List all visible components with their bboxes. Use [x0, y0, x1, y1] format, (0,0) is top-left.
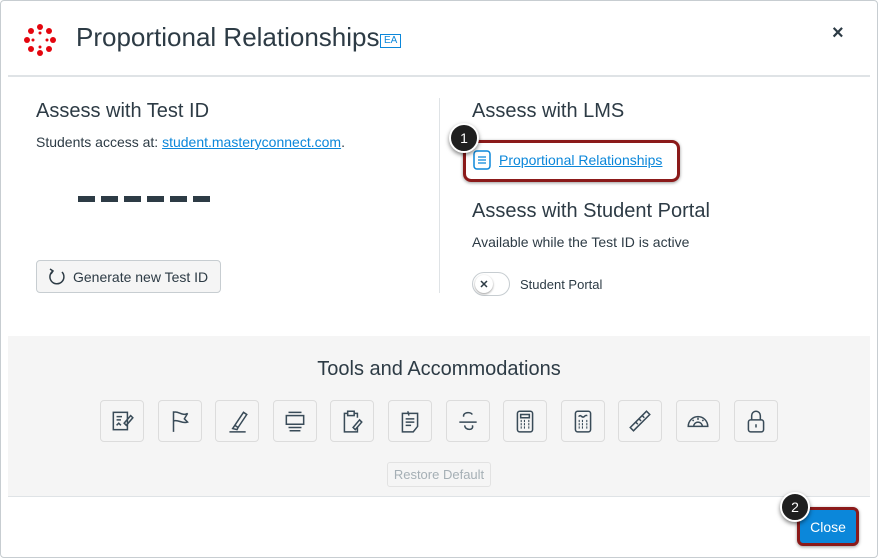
modal-title: Proportional Relationships	[76, 22, 380, 52]
tool-button-calculator[interactable]	[503, 400, 548, 442]
lms-assignment-link[interactable]: Proportional Relationships	[499, 152, 662, 168]
student-site-link[interactable]: student.masteryconnect.com	[162, 134, 341, 150]
tool-button-ruler[interactable]	[618, 400, 663, 442]
document-icon	[473, 150, 491, 170]
flag-icon	[172, 411, 189, 432]
access-prefix: Students access at:	[36, 134, 163, 150]
test-id-placeholder	[78, 196, 210, 202]
generate-test-id-button[interactable]: Generate new Test ID	[36, 260, 221, 293]
header-divider	[8, 75, 870, 77]
refresh-icon	[49, 267, 65, 285]
x-icon: ✕	[475, 275, 493, 293]
tool-button-strikethrough[interactable]	[445, 400, 490, 442]
restore-default-button[interactable]: Restore Default	[387, 462, 491, 487]
generate-label: Generate new Test ID	[73, 268, 209, 285]
strikethrough-icon	[458, 411, 477, 431]
footer-divider	[8, 496, 870, 497]
graphing-calculator-icon	[574, 410, 592, 433]
canvas-logo-icon	[24, 24, 56, 56]
tool-button-protractor[interactable]	[675, 400, 720, 442]
tool-button-graphing-calculator[interactable]	[560, 400, 605, 442]
portal-heading: Assess with Student Portal	[472, 200, 710, 222]
tool-button-lock[interactable]	[733, 400, 778, 442]
tools-heading: Tools and Accommodations	[317, 358, 561, 380]
portal-note: Available while the Test ID is active	[472, 234, 690, 250]
access-text: Students access at: student.masteryconne…	[36, 134, 345, 150]
tool-button-clipboard-pencil[interactable]	[330, 400, 375, 442]
access-suffix: .	[341, 134, 345, 150]
notepad-pencil-icon	[112, 411, 134, 431]
calculator-icon	[516, 410, 534, 433]
ea-badge: EA	[380, 34, 402, 48]
ruler-icon	[629, 410, 652, 432]
column-divider	[439, 98, 440, 293]
protractor-icon	[687, 415, 709, 428]
test-id-heading: Assess with Test ID	[36, 100, 210, 122]
callout-badge-1: 1	[449, 123, 479, 153]
tool-button-flag[interactable]	[157, 400, 202, 442]
sticky-note-icon	[401, 411, 419, 433]
highlighter-icon	[229, 411, 248, 433]
tool-button-sticky-note[interactable]	[387, 400, 432, 442]
clipboard-pencil-icon	[344, 410, 364, 433]
line-reader-icon	[285, 411, 305, 432]
student-portal-toggle[interactable]: ✕	[472, 272, 510, 296]
toggle-label: Student Portal	[520, 277, 603, 292]
tool-button-notepad-pencil[interactable]	[100, 400, 144, 442]
tool-button-line-reader[interactable]	[272, 400, 317, 442]
lms-heading: Assess with LMS	[472, 100, 625, 122]
close-icon[interactable]: ×	[832, 22, 844, 45]
tools-row	[100, 400, 778, 442]
tool-button-highlighter[interactable]	[215, 400, 260, 442]
callout-badge-2: 2	[780, 492, 810, 522]
lock-icon	[747, 410, 764, 433]
